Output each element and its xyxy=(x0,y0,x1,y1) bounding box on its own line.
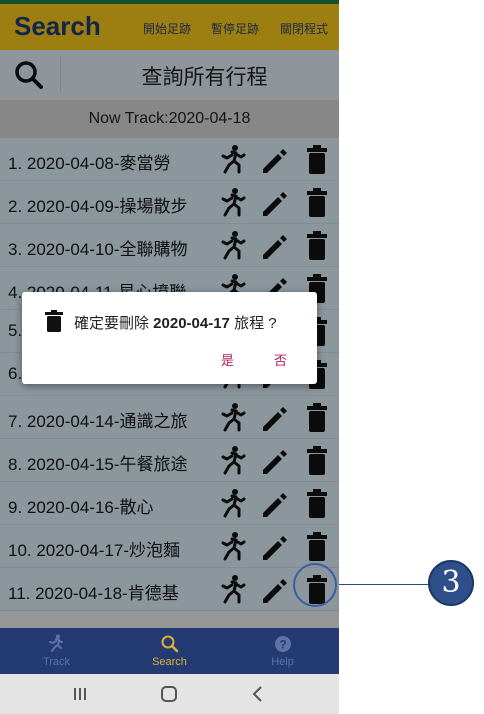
confirm-no-button[interactable]: 否 xyxy=(274,350,287,369)
svg-text:?: ? xyxy=(279,638,286,652)
trash-icon xyxy=(45,310,63,332)
callout-number-badge: 3 xyxy=(428,560,474,606)
dialog-date: 2020-04-17 xyxy=(153,315,230,332)
nav-track[interactable]: Track xyxy=(0,628,113,674)
system-nav-bar xyxy=(0,674,339,714)
callout-ring xyxy=(293,563,337,607)
run-icon xyxy=(49,634,63,652)
callout-line xyxy=(339,584,431,585)
nav-help[interactable]: ? Help xyxy=(226,628,339,674)
help-icon: ? xyxy=(275,636,291,652)
dialog-message-suffix: 旅程 ? xyxy=(229,315,277,332)
confirm-yes-button[interactable]: 是 xyxy=(221,350,234,369)
search-icon xyxy=(161,635,179,653)
phone-screen: Search 開始足跡 暫停足跡 關閉程式 查詢所有行程 Now Track:2… xyxy=(0,0,339,714)
dialog-message: 確定要刪除 2020-04-17 旅程 ? xyxy=(74,312,277,333)
delete-confirm-dialog: 確定要刪除 2020-04-17 旅程 ? 是 否 xyxy=(22,292,317,384)
back-icon[interactable] xyxy=(246,682,270,706)
nav-track-label: Track xyxy=(42,656,71,668)
nav-help-label: Help xyxy=(271,656,294,668)
home-icon[interactable] xyxy=(157,682,181,706)
dialog-message-prefix: 確定要刪除 xyxy=(74,315,154,332)
recent-apps-icon[interactable] xyxy=(68,682,92,706)
bottom-nav: Track Search ? Help xyxy=(0,628,339,674)
nav-search[interactable]: Search xyxy=(113,628,226,674)
nav-search-label: Search xyxy=(152,656,187,668)
